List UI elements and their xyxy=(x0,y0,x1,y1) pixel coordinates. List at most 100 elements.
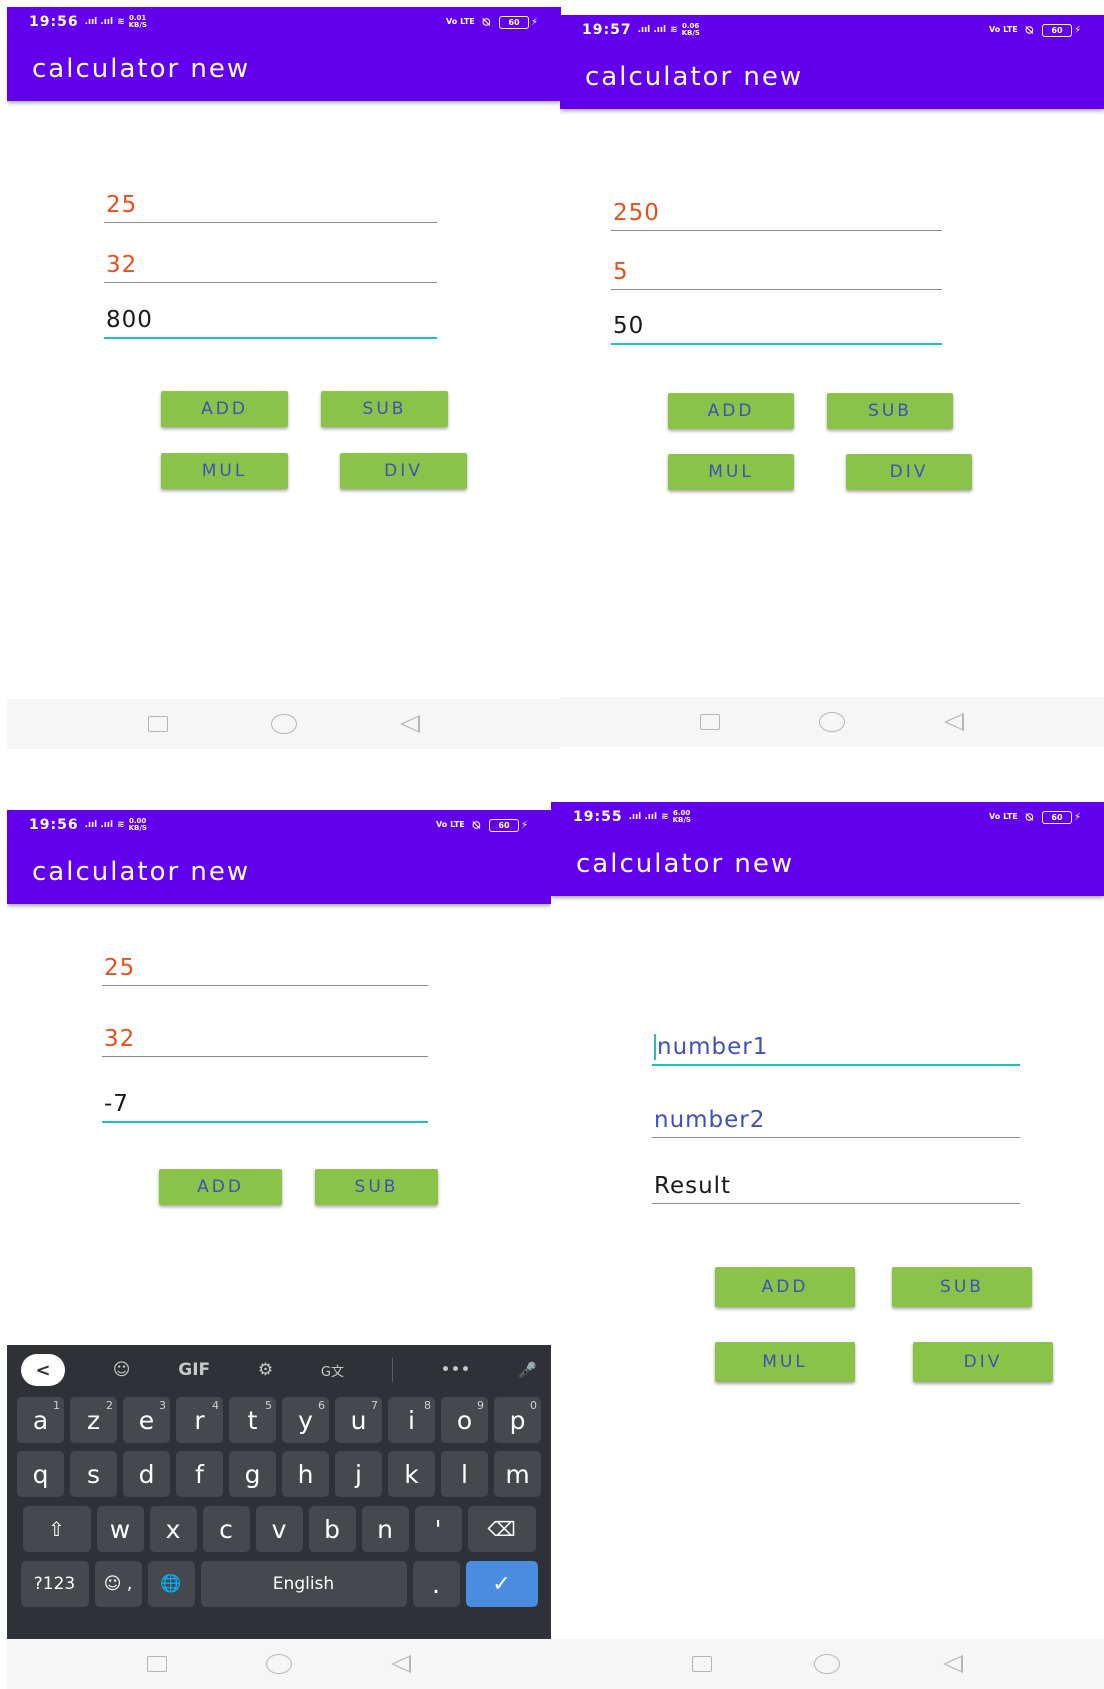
app-title: calculator new xyxy=(585,62,804,92)
key-k[interactable]: k xyxy=(388,1451,435,1497)
key-l[interactable]: l xyxy=(441,1451,488,1497)
mic-icon[interactable]: 🎤 xyxy=(518,1361,537,1379)
back-icon[interactable] xyxy=(391,1655,412,1673)
number2-input[interactable]: number2 xyxy=(652,1100,1020,1138)
keyboard-row-4: ?123 ☺ , 🌐 English . ✓ xyxy=(7,1561,551,1607)
add-button[interactable]: ADD xyxy=(668,393,794,429)
key-apostrophe[interactable]: ' xyxy=(414,1506,462,1552)
keyboard-row-3: ⇧ w x c v b n ' ⌫ xyxy=(7,1506,551,1552)
key-a[interactable]: a1 xyxy=(17,1397,64,1443)
key-m[interactable]: m xyxy=(494,1451,541,1497)
gif-button[interactable]: GIF xyxy=(178,1360,210,1380)
emoji-comma-key[interactable]: ☺ , xyxy=(94,1561,142,1607)
sub-button[interactable]: SUB xyxy=(321,391,448,427)
home-icon[interactable] xyxy=(270,714,297,734)
key-g[interactable]: g xyxy=(229,1451,276,1497)
key-o[interactable]: o9 xyxy=(441,1397,488,1443)
settings-icon[interactable]: ⚙ xyxy=(258,1360,273,1380)
symbols-key[interactable]: ?123 xyxy=(20,1561,89,1607)
keyboard-row-2: qsdfghjklm xyxy=(7,1451,551,1497)
battery-icon: 60 xyxy=(488,818,519,832)
number2-input[interactable]: 5 xyxy=(611,252,942,290)
globe-icon[interactable]: 🌐 xyxy=(147,1561,195,1607)
text-cursor xyxy=(654,1034,656,1060)
volte-icon: Vo LTE xyxy=(989,812,1018,821)
key-h[interactable]: h xyxy=(282,1451,329,1497)
home-icon[interactable] xyxy=(265,1654,292,1674)
translate-icon[interactable]: G文 xyxy=(321,1361,344,1380)
nav-bar xyxy=(560,697,1104,747)
status-time: 19:56 xyxy=(29,817,79,833)
result-field[interactable]: 800 xyxy=(104,301,437,339)
key-v[interactable]: v xyxy=(255,1506,303,1552)
number1-input[interactable]: 250 xyxy=(611,193,942,231)
key-t[interactable]: t5 xyxy=(229,1397,276,1443)
enter-check-icon[interactable]: ✓ xyxy=(465,1561,538,1607)
recents-icon[interactable] xyxy=(146,1656,167,1672)
number1-input[interactable]: number1 xyxy=(652,1028,1020,1066)
key-w[interactable]: w xyxy=(96,1506,144,1552)
key-f[interactable]: f xyxy=(176,1451,223,1497)
nav-bar xyxy=(551,1639,1104,1689)
sub-button[interactable]: SUB xyxy=(892,1267,1032,1307)
network-speed: 0.00 KB/S xyxy=(128,817,147,832)
add-button[interactable]: ADD xyxy=(159,1169,282,1205)
home-icon[interactable] xyxy=(814,1654,841,1674)
mul-button[interactable]: MUL xyxy=(715,1342,855,1382)
recents-icon[interactable] xyxy=(692,1656,713,1672)
key-c[interactable]: c xyxy=(202,1506,250,1552)
keyboard-row-1: a1z2e3r4t5y6u7i8o9p0 xyxy=(7,1397,551,1443)
number1-input[interactable]: 25 xyxy=(102,948,428,986)
home-icon[interactable] xyxy=(818,712,845,732)
keyboard-back-icon[interactable]: < xyxy=(21,1354,65,1386)
mul-button[interactable]: MUL xyxy=(668,454,794,490)
recents-icon[interactable] xyxy=(148,716,169,732)
key-q[interactable]: q xyxy=(17,1451,64,1497)
sub-button[interactable]: SUB xyxy=(315,1169,438,1205)
more-icon[interactable]: ••• xyxy=(440,1360,470,1380)
key-i[interactable]: i8 xyxy=(388,1397,435,1443)
mul-button[interactable]: MUL xyxy=(161,453,288,489)
period-key[interactable]: . xyxy=(412,1561,460,1607)
div-button[interactable]: DIV xyxy=(913,1342,1053,1382)
div-button[interactable]: DIV xyxy=(846,454,972,490)
back-icon[interactable] xyxy=(399,715,420,733)
back-icon[interactable] xyxy=(942,1655,963,1673)
phone-screen-empty-hints: 19:55 .ııl .ııl ≋ 6.00 KB/S Vo LTE ⍉ 60 ⚡… xyxy=(551,802,1104,1689)
key-d[interactable]: d xyxy=(123,1451,170,1497)
add-button[interactable]: ADD xyxy=(715,1267,855,1307)
status-bar: 19:56 .ııl .ııl ≋ 0.01 KB/S Vo LTE ⍉ 60 ⚡ xyxy=(7,7,561,37)
status-bar: 19:56 .ııl .ııl ≋ 0.00 KB/S Vo LTE ⍉ 60 ⚡ xyxy=(7,810,551,840)
add-button[interactable]: ADD xyxy=(161,391,288,427)
status-time: 19:57 xyxy=(582,22,632,38)
space-key[interactable]: English xyxy=(200,1561,407,1607)
key-j[interactable]: j xyxy=(335,1451,382,1497)
mute-icon: ⍉ xyxy=(482,14,491,29)
div-button[interactable]: DIV xyxy=(340,453,467,489)
number2-input[interactable]: 32 xyxy=(102,1019,428,1057)
shift-key[interactable]: ⇧ xyxy=(22,1506,91,1552)
key-r[interactable]: r4 xyxy=(176,1397,223,1443)
number1-input[interactable]: 25 xyxy=(104,185,437,223)
recents-icon[interactable] xyxy=(699,714,720,730)
sticker-icon[interactable]: ☺ xyxy=(113,1360,131,1380)
key-e[interactable]: e3 xyxy=(123,1397,170,1443)
back-icon[interactable] xyxy=(944,713,965,731)
key-y[interactable]: y6 xyxy=(282,1397,329,1443)
key-b[interactable]: b xyxy=(308,1506,356,1552)
key-n[interactable]: n xyxy=(361,1506,409,1552)
key-p[interactable]: p0 xyxy=(494,1397,541,1443)
key-x[interactable]: x xyxy=(149,1506,197,1552)
signal-icon: .ııl .ııl xyxy=(84,17,114,27)
key-s[interactable]: s xyxy=(70,1451,117,1497)
key-u[interactable]: u7 xyxy=(335,1397,382,1443)
result-field[interactable]: Result xyxy=(652,1166,1020,1204)
result-field[interactable]: 50 xyxy=(611,307,942,345)
key-z[interactable]: z2 xyxy=(70,1397,117,1443)
status-time: 19:55 xyxy=(573,809,623,825)
sub-button[interactable]: SUB xyxy=(827,393,953,429)
number2-input[interactable]: 32 xyxy=(104,245,437,283)
app-title: calculator new xyxy=(32,54,251,84)
result-field[interactable]: -7 xyxy=(102,1085,428,1123)
backspace-key[interactable]: ⌫ xyxy=(467,1506,536,1552)
